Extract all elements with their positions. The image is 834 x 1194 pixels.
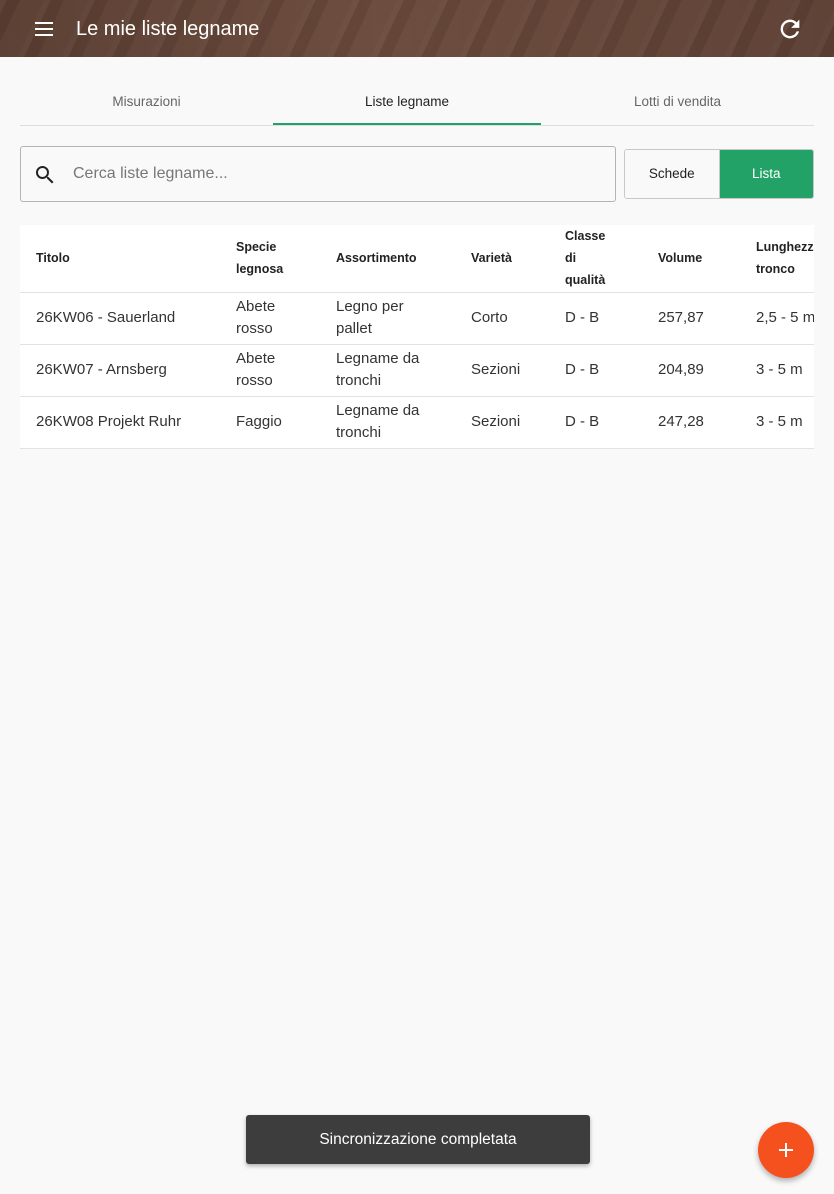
search-input[interactable] [71, 148, 601, 200]
cell-quality-class: D - B [549, 396, 642, 449]
tab-misurazioni[interactable]: Misurazioni [20, 78, 273, 125]
cell-title: 26KW07 - Arnsberg [20, 344, 220, 397]
cell-quality-class: D - B [549, 344, 642, 397]
column-header-title[interactable]: Titolo [20, 225, 220, 293]
cell-quality-class: D - B [549, 292, 642, 345]
cell-assortment: Legno per pallet [320, 292, 455, 345]
cell-log-length: 3 - 5 m [740, 396, 814, 449]
cell-volume: 257,87 [642, 292, 740, 345]
cell-variety: Sezioni [455, 344, 549, 397]
cell-title: 26KW08 Projekt Ruhr [20, 396, 220, 449]
column-header-quality-class[interactable]: Classe di qualità [549, 225, 642, 293]
cell-variety: Corto [455, 292, 549, 345]
column-header-volume[interactable]: Volume [642, 225, 740, 293]
cell-species: Faggio [220, 396, 320, 449]
menu-icon[interactable] [30, 16, 58, 42]
timber-lists-table: Titolo Specie legnosa Assortimento Varie… [20, 225, 814, 449]
tab-liste-legname[interactable]: Liste legname [273, 78, 541, 125]
view-list-button[interactable]: Lista [719, 150, 813, 198]
cell-volume: 247,28 [642, 396, 740, 449]
app-bar: Le mie liste legname [0, 0, 834, 57]
cell-log-length: 2,5 - 5 m [740, 292, 814, 345]
add-button[interactable] [758, 1122, 814, 1178]
cell-species: Abete rosso [220, 292, 320, 345]
cell-assortment: Legname da tronchi [320, 396, 455, 449]
search-icon [33, 163, 57, 187]
snackbar: Sincronizzazione completata [246, 1115, 590, 1164]
view-toggle: Schede Lista [624, 149, 814, 199]
table-row[interactable]: 26KW06 - Sauerland Abete rosso Legno per… [20, 292, 814, 345]
view-cards-button[interactable]: Schede [625, 150, 720, 198]
cell-title: 26KW06 - Sauerland [20, 292, 220, 345]
tab-bar: Misurazioni Liste legname Lotti di vendi… [20, 78, 814, 126]
column-header-assortment[interactable]: Assortimento [320, 225, 455, 293]
table-row[interactable]: 26KW08 Projekt Ruhr Faggio Legname da tr… [20, 396, 814, 449]
table-row[interactable]: 26KW07 - Arnsberg Abete rosso Legname da… [20, 344, 814, 397]
column-header-log-length[interactable]: Lunghezza tronco [740, 225, 814, 293]
refresh-icon[interactable] [776, 15, 804, 43]
active-tab-indicator [273, 123, 541, 125]
cell-log-length: 3 - 5 m [740, 344, 814, 397]
column-header-variety[interactable]: Varietà [455, 225, 549, 293]
search-box [20, 146, 616, 202]
cell-assortment: Legname da tronchi [320, 344, 455, 397]
tab-lotti-di-vendita[interactable]: Lotti di vendita [541, 78, 814, 125]
cell-volume: 204,89 [642, 344, 740, 397]
table-header-row: Titolo Specie legnosa Assortimento Varie… [20, 225, 814, 293]
cell-variety: Sezioni [455, 396, 549, 449]
page-title: Le mie liste legname [76, 18, 260, 40]
column-header-species[interactable]: Specie legnosa [220, 225, 320, 293]
cell-species: Abete rosso [220, 344, 320, 397]
